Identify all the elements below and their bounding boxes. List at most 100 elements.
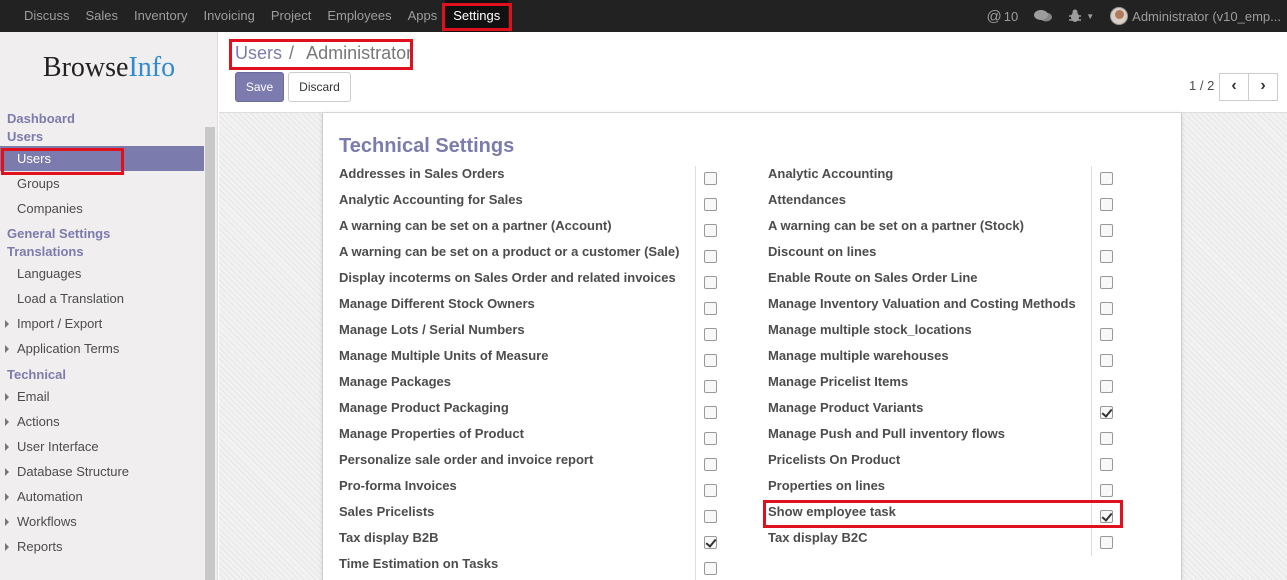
sidebar-item-reports[interactable]: Reports (0, 534, 204, 559)
setting-label-manage-multiple-stock-locations: Manage multiple stock_locations (768, 322, 972, 337)
setting-checkbox-enable-route-on-sales-order-line[interactable] (1100, 276, 1113, 289)
sidebar-item-users[interactable]: Users (0, 146, 204, 171)
sidebar-item-application-terms[interactable]: Application Terms (0, 336, 204, 361)
setting-label-a-warning-can-be-set-on-a-partner-account: A warning can be set on a partner (Accou… (339, 218, 612, 233)
sidebar-item-groups[interactable]: Groups (0, 171, 204, 196)
setting-label-analytic-accounting-for-sales: Analytic Accounting for Sales (339, 192, 523, 207)
setting-checkbox-display-incoterms-on-sales-order-and-related-invoices[interactable] (704, 276, 717, 289)
setting-checkbox-analytic-accounting[interactable] (1100, 172, 1113, 185)
sidebar-scrollbar[interactable] (205, 127, 215, 580)
setting-label-enable-route-on-sales-order-line: Enable Route on Sales Order Line (768, 270, 978, 285)
breadcrumb: Users / Administrator (235, 43, 412, 64)
setting-checkbox-manage-pricelist-items[interactable] (1100, 380, 1113, 393)
pager-previous-button[interactable]: ‹ (1219, 73, 1249, 101)
setting-checkbox-analytic-accounting-for-sales[interactable] (704, 198, 717, 211)
setting-label-manage-packages: Manage Packages (339, 374, 452, 389)
menu-sales[interactable]: Sales (78, 0, 127, 32)
at-icon: @ (986, 7, 1002, 25)
sidebar-item-email[interactable]: Email (0, 384, 204, 409)
sidebar-item-automation[interactable]: Automation (0, 484, 204, 509)
menu-invoicing[interactable]: Invoicing (196, 0, 263, 32)
menu-employees[interactable]: Employees (319, 0, 399, 32)
setting-checkbox-manage-product-variants[interactable] (1100, 406, 1113, 419)
breadcrumb-current: Administrator (306, 43, 413, 63)
menu-project[interactable]: Project (263, 0, 319, 32)
setting-checkbox-manage-multiple-stock-locations[interactable] (1100, 328, 1113, 341)
sidebar-item-user-interface[interactable]: User Interface (0, 434, 204, 459)
caret-down-icon: ▼ (1086, 11, 1095, 21)
setting-checkbox-manage-push-and-pull-inventory-flows[interactable] (1100, 432, 1113, 445)
systray: @ 10 ▼ Administrator (v10_emp... (979, 0, 1287, 32)
setting-checkbox-manage-properties-of-product[interactable] (704, 432, 717, 445)
setting-label-manage-inventory-valuation-and-costing-methods: Manage Inventory Valuation and Costing M… (768, 296, 1076, 311)
user-menu[interactable]: Administrator (v10_emp... (1102, 0, 1287, 32)
setting-checkbox-manage-different-stock-owners[interactable] (704, 302, 717, 315)
setting-checkbox-pro-forma-invoices[interactable] (704, 484, 717, 497)
setting-checkbox-time-estimation-on-tasks[interactable] (704, 562, 717, 575)
chevron-right-icon: › (1260, 77, 1266, 94)
sidebar-item-load-translation[interactable]: Load a Translation (0, 286, 204, 311)
setting-checkbox-show-employee-task[interactable] (1100, 510, 1113, 523)
mentions-count: 10 (1003, 8, 1019, 24)
sidebar-item-actions[interactable]: Actions (0, 409, 204, 434)
setting-label-discount-on-lines: Discount on lines (768, 244, 877, 259)
menu-discuss[interactable]: Discuss (16, 0, 78, 32)
setting-label-manage-multiple-warehouses: Manage multiple warehouses (768, 348, 949, 363)
pager-next-button[interactable]: › (1248, 73, 1278, 101)
company-logo: BrowseInfo (42, 52, 176, 83)
discard-button[interactable]: Discard (288, 72, 351, 102)
sidebar-section-users[interactable]: Users (0, 128, 204, 146)
setting-checkbox-sales-pricelists[interactable] (704, 510, 717, 523)
setting-checkbox-a-warning-can-be-set-on-a-partner-account[interactable] (704, 224, 717, 237)
sidebar-section-translations[interactable]: Translations (0, 243, 204, 261)
setting-checkbox-a-warning-can-be-set-on-a-product-or-a-customer-sale[interactable] (704, 250, 717, 263)
setting-checkbox-properties-on-lines[interactable] (1100, 484, 1113, 497)
sidebar-section-technical[interactable]: Technical (0, 366, 204, 384)
setting-checkbox-discount-on-lines[interactable] (1100, 250, 1113, 263)
sidebar-item-companies[interactable]: Companies (0, 196, 204, 221)
mentions-indicator[interactable]: @ 10 (979, 0, 1027, 32)
setting-checkbox-manage-product-packaging[interactable] (704, 406, 717, 419)
pager-value[interactable]: 1 / 2 (1189, 78, 1214, 93)
setting-label-manage-pricelist-items: Manage Pricelist Items (768, 374, 909, 389)
menu-settings[interactable]: Settings (445, 0, 509, 32)
setting-checkbox-tax-display-b2b[interactable] (704, 536, 717, 549)
setting-label-tax-display-b2b: Tax display B2B (339, 530, 439, 545)
setting-label-display-incoterms-on-sales-order-and-related-invoices: Display incoterms on Sales Order and rel… (339, 270, 676, 285)
setting-checkbox-manage-multiple-units-of-measure[interactable] (704, 354, 717, 367)
sidebar-item-workflows[interactable]: Workflows (0, 509, 204, 534)
sidebar-item-languages[interactable]: Languages (0, 261, 204, 286)
menu-inventory[interactable]: Inventory (126, 0, 195, 32)
setting-checkbox-pricelists-on-product[interactable] (1100, 458, 1113, 471)
messages-button[interactable] (1026, 0, 1060, 32)
user-name: Administrator (v10_emp... (1132, 8, 1281, 24)
setting-checkbox-tax-display-b2c[interactable] (1100, 536, 1113, 549)
setting-label-sales-pricelists: Sales Pricelists (339, 504, 435, 519)
sidebar-section-dashboard[interactable]: Dashboard (0, 110, 204, 128)
setting-checkbox-manage-multiple-warehouses[interactable] (1100, 354, 1113, 367)
sidebar-item-database-structure[interactable]: Database Structure (0, 459, 204, 484)
setting-checkbox-addresses-in-sales-orders[interactable] (704, 172, 717, 185)
avatar (1110, 7, 1129, 25)
setting-label-attendances: Attendances (768, 192, 847, 207)
sidebar-item-import-export[interactable]: Import / Export (0, 311, 204, 336)
setting-label-manage-multiple-units-of-measure: Manage Multiple Units of Measure (339, 348, 549, 363)
sidebar-section-general-settings[interactable]: General Settings (0, 225, 204, 243)
setting-checkbox-personalize-sale-order-and-invoice-report[interactable] (704, 458, 717, 471)
setting-checkbox-a-warning-can-be-set-on-a-partner-stock[interactable] (1100, 224, 1113, 237)
setting-label-pricelists-on-product: Pricelists On Product (768, 452, 901, 467)
setting-label-pro-forma-invoices: Pro-forma Invoices (339, 478, 457, 493)
setting-checkbox-manage-packages[interactable] (704, 380, 717, 393)
bug-icon (1069, 9, 1082, 22)
save-button[interactable]: Save (235, 72, 284, 102)
menu-apps[interactable]: Apps (400, 0, 446, 32)
setting-label-tax-display-b2c: Tax display B2C (768, 530, 868, 545)
setting-label-time-estimation-on-tasks: Time Estimation on Tasks (339, 556, 499, 571)
debug-menu-button[interactable]: ▼ (1060, 0, 1102, 32)
breadcrumb-separator: / (289, 43, 295, 63)
setting-checkbox-attendances[interactable] (1100, 198, 1113, 211)
chat-bubbles-icon (1034, 10, 1053, 22)
breadcrumb-users-link[interactable]: Users (235, 43, 282, 63)
setting-checkbox-manage-inventory-valuation-and-costing-methods[interactable] (1100, 302, 1113, 315)
setting-checkbox-manage-lots-serial-numbers[interactable] (704, 328, 717, 341)
